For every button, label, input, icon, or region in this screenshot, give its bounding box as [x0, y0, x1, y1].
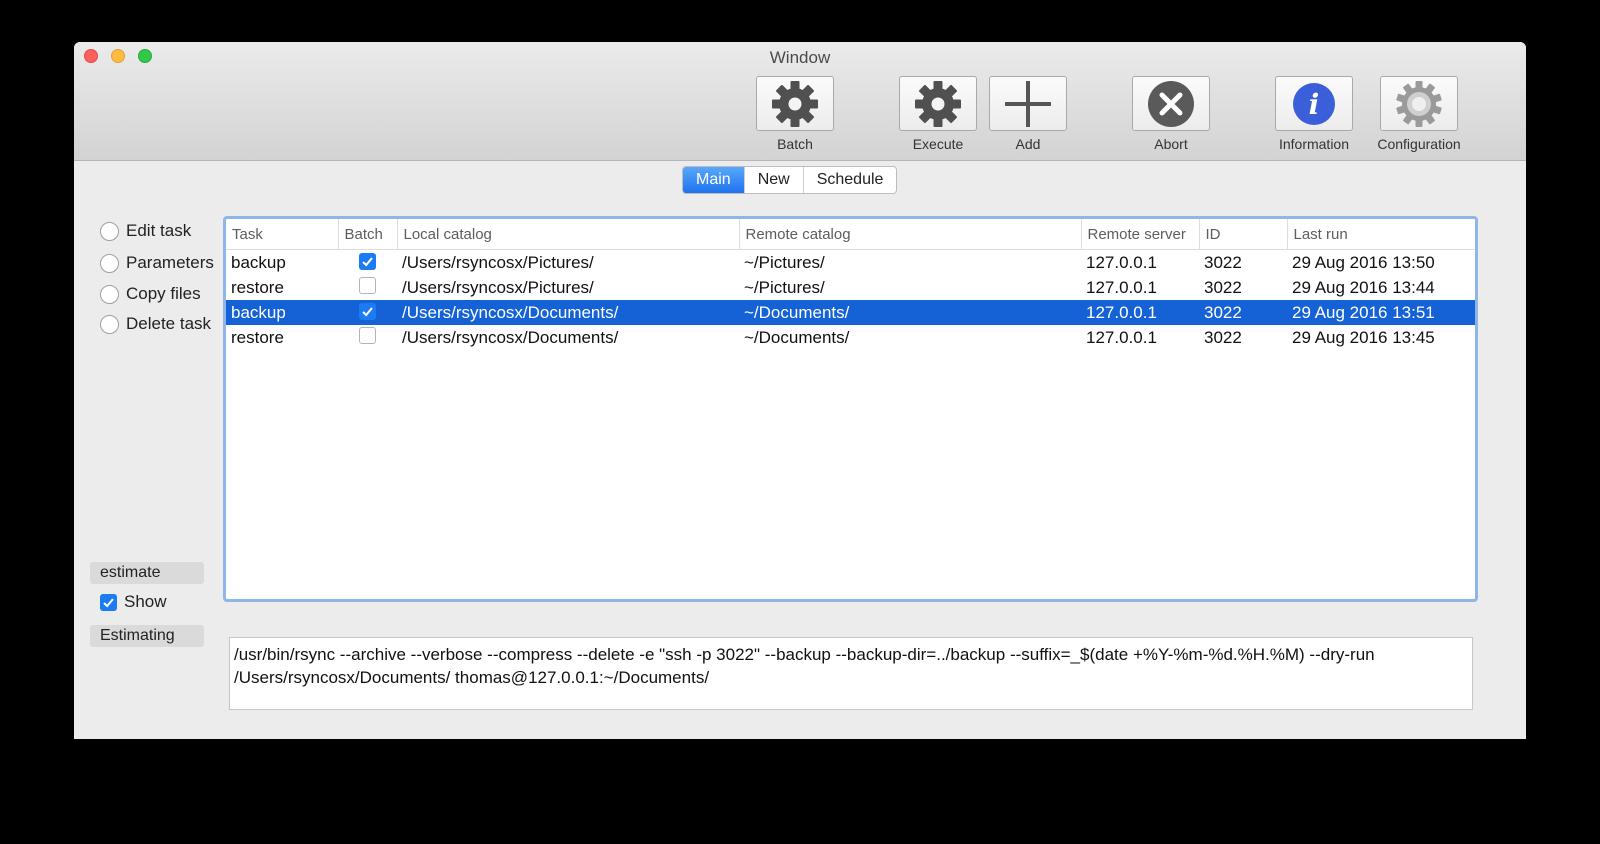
batch-label: Batch [777, 136, 813, 152]
column-header-local-catalog[interactable]: Local catalog [396, 219, 739, 250]
app-window: Window Batch Execute Add Abort i Informa… [74, 42, 1526, 739]
radio-label: Copy files [126, 284, 201, 303]
radio-label: Edit task [126, 221, 192, 240]
svg-text:i: i [1309, 88, 1320, 121]
remote-catalog-cell: ~/Documents/ [744, 327, 850, 347]
information-tool[interactable]: i Information [1274, 76, 1354, 152]
batch-cell [338, 250, 397, 276]
batch-checkbox[interactable] [359, 326, 376, 344]
table-row[interactable]: restore /Users/rsyncosx/Pictures/ ~/Pict… [226, 275, 1475, 300]
show-checkbox[interactable]: Show [100, 592, 167, 612]
table-header: Task Batch Local catalog Remote catalog … [226, 219, 1475, 250]
command-output[interactable]: /usr/bin/rsync --archive --verbose --com… [229, 637, 1473, 710]
abort-label: Abort [1154, 136, 1188, 152]
local-catalog-cell: /Users/rsyncosx/Pictures/ [402, 252, 594, 272]
radio-edit-task[interactable]: Edit task [100, 220, 191, 242]
local-catalog-cell: /Users/rsyncosx/Documents/ [397, 300, 739, 325]
batch-button[interactable] [756, 76, 834, 131]
remote-catalog-cell: ~/Pictures/ [744, 277, 825, 297]
remote-catalog-cell: ~/Pictures/ [744, 252, 825, 272]
remote-server-cell: 127.0.0.1 [1086, 327, 1157, 347]
task-cell: restore [231, 277, 284, 297]
show-label: Show [124, 592, 167, 611]
abort-tool[interactable]: Abort [1131, 76, 1211, 152]
column-header-last-run[interactable]: Last run [1286, 219, 1475, 250]
tab-schedule[interactable]: Schedule [802, 167, 897, 193]
task-cell: backup [226, 300, 338, 325]
abort-button[interactable] [1132, 76, 1210, 131]
batch-checkbox[interactable] [359, 252, 376, 270]
tab-new[interactable]: New [743, 167, 803, 193]
local-catalog-cell: /Users/rsyncosx/Documents/ [402, 327, 619, 347]
table-row-selected[interactable]: backup /Users/rsyncosx/Documents/ ~/Docu… [226, 300, 1475, 325]
gear-outline-icon [1396, 80, 1442, 127]
column-header-remote-server[interactable]: Remote server [1080, 219, 1199, 250]
column-header-remote-catalog[interactable]: Remote catalog [738, 219, 1081, 250]
batch-checkbox[interactable] [359, 302, 376, 320]
estimating-status: Estimating [90, 625, 204, 647]
execute-button[interactable] [899, 76, 977, 131]
radio-circle[interactable] [100, 253, 119, 273]
checkbox-checked[interactable] [100, 593, 117, 611]
information-label: Information [1278, 136, 1350, 152]
table-row[interactable]: restore /Users/rsyncosx/Documents/ ~/Doc… [226, 325, 1475, 350]
configuration-label: Configuration [1377, 136, 1461, 152]
batch-cell [338, 325, 397, 350]
tasks-table: Task Batch Local catalog Remote catalog … [223, 216, 1478, 602]
batch-tool[interactable]: Batch [755, 76, 835, 152]
configuration-tool[interactable]: Configuration [1374, 76, 1464, 152]
remote-server-cell: 127.0.0.1 [1081, 300, 1199, 325]
column-header-batch[interactable]: Batch [337, 219, 397, 250]
batch-cell [338, 275, 397, 300]
checkmark-icon [103, 597, 114, 607]
radio-circle[interactable] [100, 314, 119, 334]
info-icon: i [1293, 82, 1335, 125]
radio-label: Delete task [126, 314, 212, 333]
column-header-task[interactable]: Task [226, 219, 338, 250]
gear-icon [915, 80, 961, 127]
radio-circle[interactable] [100, 284, 119, 304]
estimate-label: estimate [90, 562, 204, 584]
radio-label: Parameters [126, 253, 214, 272]
radio-circle[interactable] [100, 221, 119, 241]
id-cell: 3022 [1199, 300, 1287, 325]
gear-icon [772, 80, 818, 127]
id-cell: 3022 [1204, 327, 1242, 347]
add-label: Add [1015, 136, 1041, 152]
last-run-cell: 29 Aug 2016 13:51 [1287, 300, 1475, 325]
execute-tool[interactable]: Execute [898, 76, 978, 152]
checkmark-icon [362, 306, 373, 316]
last-run-cell: 29 Aug 2016 13:44 [1292, 277, 1435, 297]
local-catalog-cell: /Users/rsyncosx/Pictures/ [402, 277, 594, 297]
task-cell: restore [231, 327, 284, 347]
add-button[interactable] [989, 76, 1067, 131]
table-row[interactable]: backup /Users/rsyncosx/Pictures/ ~/Pictu… [226, 250, 1475, 276]
remote-server-cell: 127.0.0.1 [1086, 252, 1157, 272]
batch-checkbox[interactable] [359, 276, 376, 294]
add-tool[interactable]: Add [988, 76, 1068, 152]
column-header-id[interactable]: ID [1198, 219, 1287, 250]
window-title: Window [769, 48, 831, 67]
checkmark-icon [362, 256, 373, 266]
last-run-cell: 29 Aug 2016 13:45 [1292, 327, 1435, 347]
tab-main[interactable]: Main [683, 167, 744, 193]
remote-server-cell: 127.0.0.1 [1086, 277, 1157, 297]
configuration-button[interactable] [1380, 76, 1458, 131]
information-button[interactable]: i [1275, 76, 1353, 131]
view-tabs: Main New Schedule [682, 166, 898, 194]
execute-label: Execute [912, 136, 964, 152]
remote-catalog-cell: ~/Documents/ [739, 300, 1081, 325]
task-cell: backup [231, 252, 286, 272]
plus-icon [1005, 80, 1051, 127]
id-cell: 3022 [1204, 277, 1242, 297]
last-run-cell: 29 Aug 2016 13:50 [1292, 252, 1435, 272]
id-cell: 3022 [1204, 252, 1242, 272]
titlebar: Window Batch Execute Add Abort i Informa… [74, 42, 1526, 161]
radio-parameters[interactable]: Parameters [100, 252, 214, 274]
radio-copy-files[interactable]: Copy files [100, 283, 201, 305]
batch-cell [338, 300, 397, 325]
x-circle-icon [1148, 80, 1194, 127]
radio-delete-task[interactable]: Delete task [100, 313, 211, 335]
